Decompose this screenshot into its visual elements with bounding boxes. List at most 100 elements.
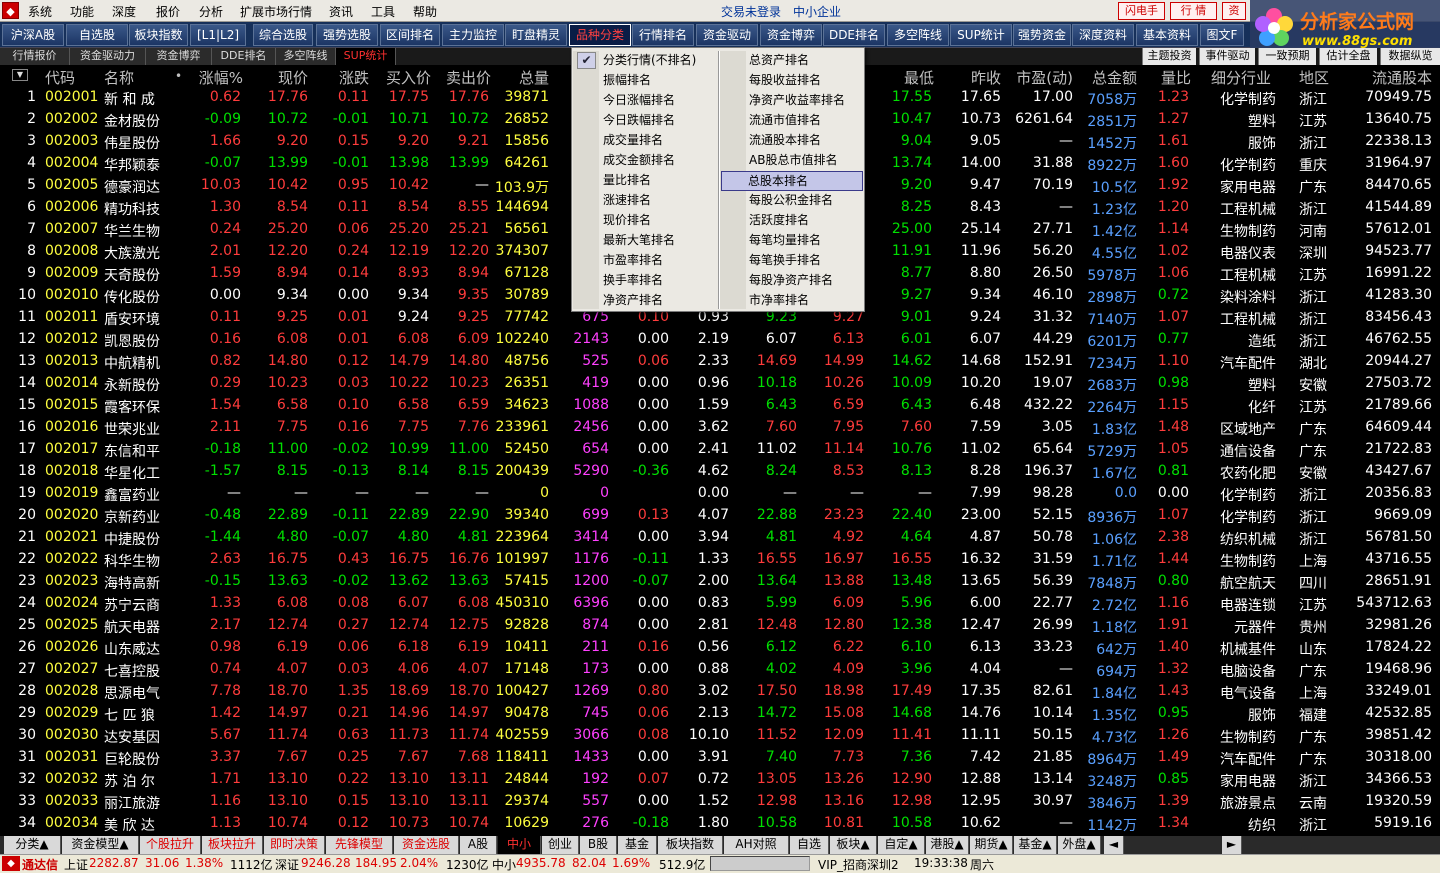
menu-help[interactable]: 帮助	[413, 3, 437, 20]
bottom-tab-20[interactable]: 外盘▲	[1058, 836, 1101, 854]
dropdown-item-2[interactable]: 今日涨幅排名	[601, 91, 675, 111]
quote-button[interactable]: 行 情	[1170, 2, 1217, 20]
table-row[interactable]: 16 002016 世荣兆业 2.11 7.75 0.16 7.75 7.76 233961 24…	[0, 417, 1440, 439]
toolbar-button-18[interactable]: 基本资料	[1136, 24, 1198, 46]
dropdown-item-1[interactable]: 振幅排名	[601, 71, 651, 91]
server-name[interactable]: VIP_招商深圳2	[818, 856, 899, 873]
header-13[interactable]: 细分行业	[1211, 67, 1271, 88]
zx-index[interactable]: 4935.78	[516, 856, 566, 870]
table-row[interactable]: 22 002022 科华生物 2.63 16.75 0.43 16.75 16.76 10199…	[0, 549, 1440, 571]
dropdown-item-r8[interactable]: 活跃度排名	[747, 211, 809, 231]
header-5[interactable]: 买入价	[386, 67, 431, 88]
sort-dropdown-icon[interactable]: ▼	[12, 69, 28, 81]
dropdown-item-5[interactable]: 成交金额排名	[601, 151, 675, 171]
table-row[interactable]: 13 002013 中航精机 0.82 14.80 0.12 14.79 14.80 48756…	[0, 351, 1440, 373]
subtab-right-4[interactable]: 数据纵览	[1380, 48, 1440, 65]
table-row[interactable]: 28 002028 思源电气 7.78 18.70 1.35 18.69 18.70 10042…	[0, 681, 1440, 703]
info-button[interactable]: 资	[1222, 2, 1246, 20]
dropdown-item-12[interactable]: 净资产排名	[601, 291, 663, 311]
toolbar-button-1[interactable]: 自选股	[66, 24, 128, 46]
toolbar-button-10[interactable]: 行情排名	[632, 24, 694, 46]
dropdown-item-r7[interactable]: 每股公积金排名	[747, 191, 833, 211]
toolbar-button-16[interactable]: 强势资金	[1013, 24, 1071, 46]
table-row[interactable]: 21 002021 中捷股份 -1.44 4.80 -0.07 4.80 4.81 223964…	[0, 527, 1440, 549]
toolbar-button-3[interactable]: [L1|L2]	[190, 24, 246, 46]
menu-depth[interactable]: 深度	[112, 3, 136, 20]
toolbar-button-11[interactable]: 资金驱动	[696, 24, 758, 46]
bottom-scroll-right-icon[interactable]: ►	[1222, 836, 1242, 854]
table-row[interactable]: 31 002031 巨轮股份 3.37 7.67 0.25 7.67 7.68 118411 14…	[0, 747, 1440, 769]
table-row[interactable]: 18 002018 华星化工 -1.57 8.15 -0.13 8.14 8.15 200439…	[0, 461, 1440, 483]
dropdown-item-r5[interactable]: AB股总市值排名	[747, 151, 837, 171]
subtab-2[interactable]: 资金博弈	[146, 48, 212, 65]
bottom-tab-0[interactable]: 分类▲	[4, 836, 61, 854]
dropdown-item-9[interactable]: 最新大笔排名	[601, 231, 675, 251]
subtab-right-2[interactable]: 一致预期	[1258, 48, 1316, 65]
dropdown-item-r1[interactable]: 每股收益排名	[747, 71, 821, 91]
sh-index[interactable]: 2282.87	[89, 856, 139, 870]
header-15[interactable]: 流通股本	[1372, 67, 1432, 88]
dropdown-item-r10[interactable]: 每笔换手排名	[747, 251, 821, 271]
bottom-tab-14[interactable]: 自选	[790, 836, 829, 854]
menu-function[interactable]: 功能	[70, 3, 94, 20]
bottom-tab-13[interactable]: AH对照	[724, 836, 789, 854]
subtab-0[interactable]: 行情报价	[0, 48, 70, 65]
header-12[interactable]: 量比	[1161, 67, 1191, 88]
dropdown-item-r3[interactable]: 流通市值排名	[747, 111, 821, 131]
table-row[interactable]: 23 002023 海特高新 -0.15 13.63 -0.02 13.62 13.63 574…	[0, 571, 1440, 593]
bottom-tab-15[interactable]: 板块▲	[830, 836, 877, 854]
bottom-scroll-left-icon[interactable]: ◄	[1104, 836, 1124, 854]
menu-tools[interactable]: 工具	[371, 3, 395, 20]
flash-trade-button[interactable]: 闪电手	[1118, 2, 1165, 20]
header-2[interactable]: 涨幅%	[199, 67, 243, 88]
table-row[interactable]: 26 002026 山东威达 0.98 6.19 0.06 6.18 6.19 10411 211…	[0, 637, 1440, 659]
menu-news[interactable]: 资讯	[329, 3, 353, 20]
bottom-tab-5[interactable]: 先锋模型	[326, 836, 393, 854]
header-9[interactable]: 昨收	[971, 67, 1001, 88]
toolbar-button-0[interactable]: 沪深A股	[2, 24, 64, 46]
subtab-1[interactable]: 资金驱动力	[70, 48, 146, 65]
dropdown-item-r6[interactable]: 总股本排名	[721, 171, 863, 191]
dropdown-item-r0[interactable]: 总资产排名	[747, 51, 809, 71]
toolbar-button-19[interactable]: 图文F	[1200, 24, 1244, 46]
header-14[interactable]: 地区	[1299, 67, 1329, 88]
menu-quote[interactable]: 报价	[156, 3, 180, 20]
subtab-right-1[interactable]: 事件驱动	[1199, 48, 1255, 65]
dropdown-item-0[interactable]: 分类行情(不排名)	[601, 51, 696, 71]
menu-ext-market[interactable]: 扩展市场行情	[240, 3, 312, 20]
table-row[interactable]: 19 002019 鑫富药业 — — — — — 0 0 0.00 — — — 7.99 98.28 0.0 0.…	[0, 483, 1440, 505]
subtab-4[interactable]: 多空阵线	[276, 48, 336, 65]
sz-index[interactable]: 9246.28	[301, 856, 351, 870]
table-row[interactable]: 20 002020 京新药业 -0.48 22.89 -0.11 22.89 22.90 393…	[0, 505, 1440, 527]
bottom-tab-12[interactable]: 板块指数	[658, 836, 723, 854]
header-1[interactable]: 名称	[104, 67, 134, 88]
toolbar-button-6[interactable]: 区间排名	[380, 24, 440, 46]
table-row[interactable]: 14 002014 永新股份 0.29 10.23 0.03 10.22 10.23 26351…	[0, 373, 1440, 395]
toolbar-button-8[interactable]: 盯盘精灵	[505, 24, 567, 46]
bottom-tab-16[interactable]: 自定▲	[878, 836, 925, 854]
header-7[interactable]: 总量	[519, 67, 549, 88]
bottom-tab-17[interactable]: 港股▲	[926, 836, 969, 854]
bottom-tab-3[interactable]: 板块拉升	[202, 836, 263, 854]
bottom-tab-2[interactable]: 个股拉升	[140, 836, 201, 854]
dropdown-item-r12[interactable]: 市净率排名	[747, 291, 809, 311]
table-row[interactable]: 29 002029 七 匹 狼 1.42 14.97 0.21 14.96 14.97 9047…	[0, 703, 1440, 725]
table-row[interactable]: 24 002024 苏宁云商 1.33 6.08 0.08 6.07 6.08 450310 63…	[0, 593, 1440, 615]
dropdown-item-4[interactable]: 成交量排名	[601, 131, 663, 151]
bottom-tab-7[interactable]: A股	[460, 836, 497, 854]
toolbar-button-4[interactable]: 综合选股	[253, 24, 313, 46]
header-3[interactable]: 现价	[278, 67, 308, 88]
table-row[interactable]: 32 002032 苏 泊 尔 1.71 13.10 0.22 13.10 13.11 2484…	[0, 769, 1440, 791]
toolbar-button-12[interactable]: 资金博弈	[760, 24, 822, 46]
table-row[interactable]: 12 002012 凯恩股份 0.16 6.08 0.01 6.08 6.09 102240 21…	[0, 329, 1440, 351]
menu-analysis[interactable]: 分析	[199, 3, 223, 20]
bottom-tab-18[interactable]: 期货▲	[970, 836, 1013, 854]
toolbar-button-17[interactable]: 深度资料	[1072, 24, 1134, 46]
dropdown-item-6[interactable]: 量比排名	[601, 171, 651, 191]
dropdown-item-11[interactable]: 换手率排名	[601, 271, 663, 291]
table-row[interactable]: 34 002034 美 欣 达 1.13 10.74 0.12 10.73 10.74 1062…	[0, 813, 1440, 833]
bottom-tab-10[interactable]: B股	[580, 836, 617, 854]
bottom-tab-9[interactable]: 创业	[542, 836, 579, 854]
table-row[interactable]: 25 002025 航天电器 2.17 12.74 0.27 12.74 12.75 92828…	[0, 615, 1440, 637]
bottom-tab-6[interactable]: 资金选股	[394, 836, 459, 854]
